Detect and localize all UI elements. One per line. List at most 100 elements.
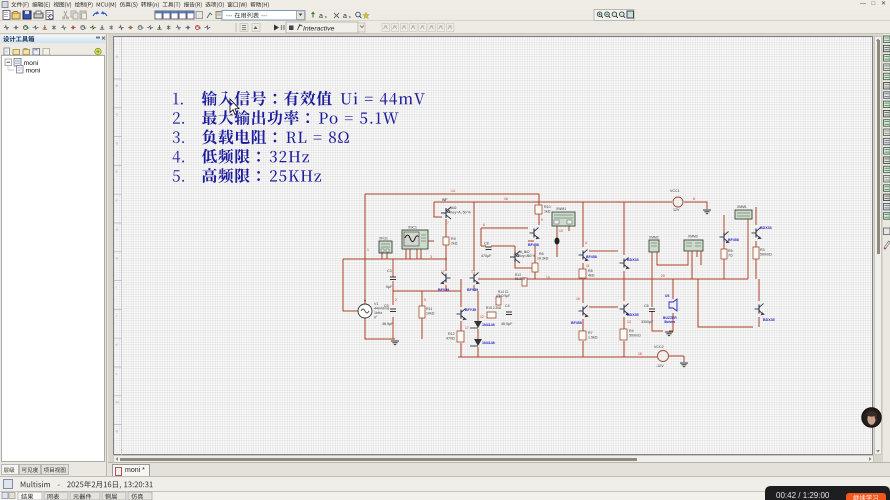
- svg-text:1kHz: 1kHz: [374, 311, 382, 315]
- svg-text:R12: R12: [448, 332, 455, 336]
- svg-text:R5: R5: [728, 249, 733, 253]
- svg-text:500mΩ: 500mΩ: [629, 334, 641, 338]
- svg-text:16: 16: [504, 197, 508, 201]
- svg-text:14: 14: [451, 189, 455, 193]
- svg-text:17: 17: [465, 326, 469, 330]
- svg-text:C3: C3: [387, 269, 392, 273]
- svg-text:0°: 0°: [374, 316, 378, 320]
- svg-text:R4: R4: [629, 329, 634, 333]
- svg-text:R3: R3: [760, 248, 765, 252]
- svg-text:17: 17: [441, 270, 445, 274]
- svg-text:7Ω: 7Ω: [728, 254, 733, 258]
- svg-text:1kΩ: 1kΩ: [544, 210, 551, 214]
- svg-text:R15 2.2kΩ: R15 2.2kΩ: [486, 306, 502, 310]
- svg-text:50 %: 50 %: [528, 254, 535, 258]
- svg-text:56.2kΩ: 56.2kΩ: [515, 277, 526, 281]
- svg-text:BDX35: BDX35: [763, 318, 775, 322]
- svg-text:7: 7: [447, 221, 449, 225]
- svg-text:R8: R8: [588, 269, 593, 273]
- svg-text:L: L: [116, 372, 118, 376]
- svg-text:T1: T1: [471, 270, 475, 274]
- svg-text:10kΩ: 10kΩ: [426, 312, 435, 316]
- svg-text:11: 11: [586, 264, 590, 268]
- svg-text:BFY39: BFY39: [438, 288, 449, 292]
- svg-text:15: 15: [576, 297, 580, 301]
- svg-text:9: 9: [541, 218, 543, 222]
- svg-text:500mΩ: 500mΩ: [760, 253, 772, 257]
- svg-text:F: F: [116, 199, 119, 203]
- svg-text:BDX33: BDX33: [627, 258, 639, 262]
- svg-text:1.5kΩ: 1.5kΩ: [588, 336, 598, 340]
- svg-text:470µF: 470µF: [481, 254, 492, 258]
- svg-text:N: N: [116, 429, 119, 433]
- svg-text:R9: R9: [451, 237, 456, 241]
- svg-text:C8: C8: [484, 242, 489, 246]
- svg-text:BDX35: BDX35: [627, 313, 639, 317]
- svg-text:1N4148: 1N4148: [482, 323, 495, 327]
- svg-text:moni: moni: [24, 60, 39, 67]
- svg-text:G: G: [116, 228, 119, 232]
- svg-text:H: H: [116, 257, 119, 261]
- svg-text:3: 3: [430, 255, 432, 259]
- svg-text:470Ω: 470Ω: [446, 337, 455, 341]
- svg-text:BFY39: BFY39: [467, 288, 478, 292]
- svg-text:1: 1: [367, 248, 369, 252]
- svg-text:4kΩ: 4kΩ: [588, 274, 595, 278]
- svg-text:BF458: BF458: [571, 321, 582, 325]
- svg-text:46.9µF: 46.9µF: [382, 322, 394, 326]
- svg-text:XMM1: XMM1: [737, 205, 747, 209]
- svg-text:18: 18: [638, 352, 642, 356]
- svg-text:19: 19: [546, 276, 550, 280]
- svg-text:2: 2: [395, 298, 397, 302]
- svg-text:C6: C6: [644, 304, 649, 308]
- svg-text:BDX33: BDX33: [760, 226, 772, 230]
- svg-text:XSC1: XSC1: [408, 226, 417, 230]
- svg-text:B: B: [116, 84, 119, 88]
- svg-text:M: M: [116, 401, 119, 405]
- svg-text:XWM1: XWM1: [556, 207, 566, 211]
- svg-text:VCC1: VCC1: [670, 189, 680, 193]
- svg-text:BF458: BF458: [528, 243, 539, 247]
- svg-text:WF: WF: [442, 198, 448, 202]
- svg-text:D: D: [116, 141, 119, 145]
- svg-text:C4: C4: [505, 304, 510, 308]
- svg-text:6: 6: [483, 223, 485, 227]
- svg-text:R10: R10: [544, 205, 551, 209]
- svg-text:BF458: BF458: [586, 255, 597, 259]
- svg-text:Key=A, 50 %: Key=A, 50 %: [450, 211, 472, 215]
- svg-text:9µF: 9µF: [386, 285, 393, 289]
- svg-text:E: E: [116, 170, 119, 174]
- svg-text:XFG1: XFG1: [379, 237, 388, 241]
- svg-text:V1: V1: [374, 302, 378, 306]
- svg-text:BF458: BF458: [728, 238, 739, 242]
- svg-text:2kΩ: 2kΩ: [451, 242, 458, 246]
- svg-text:5kΩ: 5kΩ: [450, 206, 457, 210]
- svg-text:12V: 12V: [673, 208, 680, 212]
- svg-text:12: 12: [480, 315, 484, 319]
- svg-text:10: 10: [559, 229, 563, 233]
- svg-text:A: A: [116, 55, 119, 59]
- svg-text:R7: R7: [588, 331, 593, 335]
- svg-text:U5: U5: [665, 294, 669, 298]
- svg-text:XMM3: XMM3: [688, 235, 698, 239]
- svg-text:XMM2: XMM2: [649, 236, 659, 240]
- svg-text:C: C: [116, 113, 119, 117]
- svg-text:13: 13: [627, 320, 631, 324]
- svg-text:K: K: [116, 343, 119, 347]
- svg-text:3300µF: 3300µF: [641, 320, 654, 324]
- svg-text:J: J: [116, 314, 118, 318]
- svg-text:VCC2: VCC2: [654, 345, 664, 349]
- svg-text:5: 5: [424, 298, 426, 302]
- svg-text:1N4148: 1N4148: [482, 341, 495, 345]
- svg-text:8: 8: [693, 197, 695, 201]
- svg-text:46.9µF: 46.9µF: [501, 322, 513, 326]
- svg-text:a: a: [319, 13, 323, 20]
- svg-text:a: a: [343, 13, 347, 20]
- svg-text:Interactive: Interactive: [303, 25, 335, 32]
- svg-text:C5: C5: [384, 304, 389, 308]
- svg-text:19.3kΩ: 19.3kΩ: [537, 257, 549, 261]
- svg-text:R11: R11: [426, 307, 432, 311]
- svg-text:BFY39: BFY39: [465, 308, 476, 312]
- svg-text:R6: R6: [539, 252, 544, 256]
- svg-text:moni: moni: [26, 68, 41, 75]
